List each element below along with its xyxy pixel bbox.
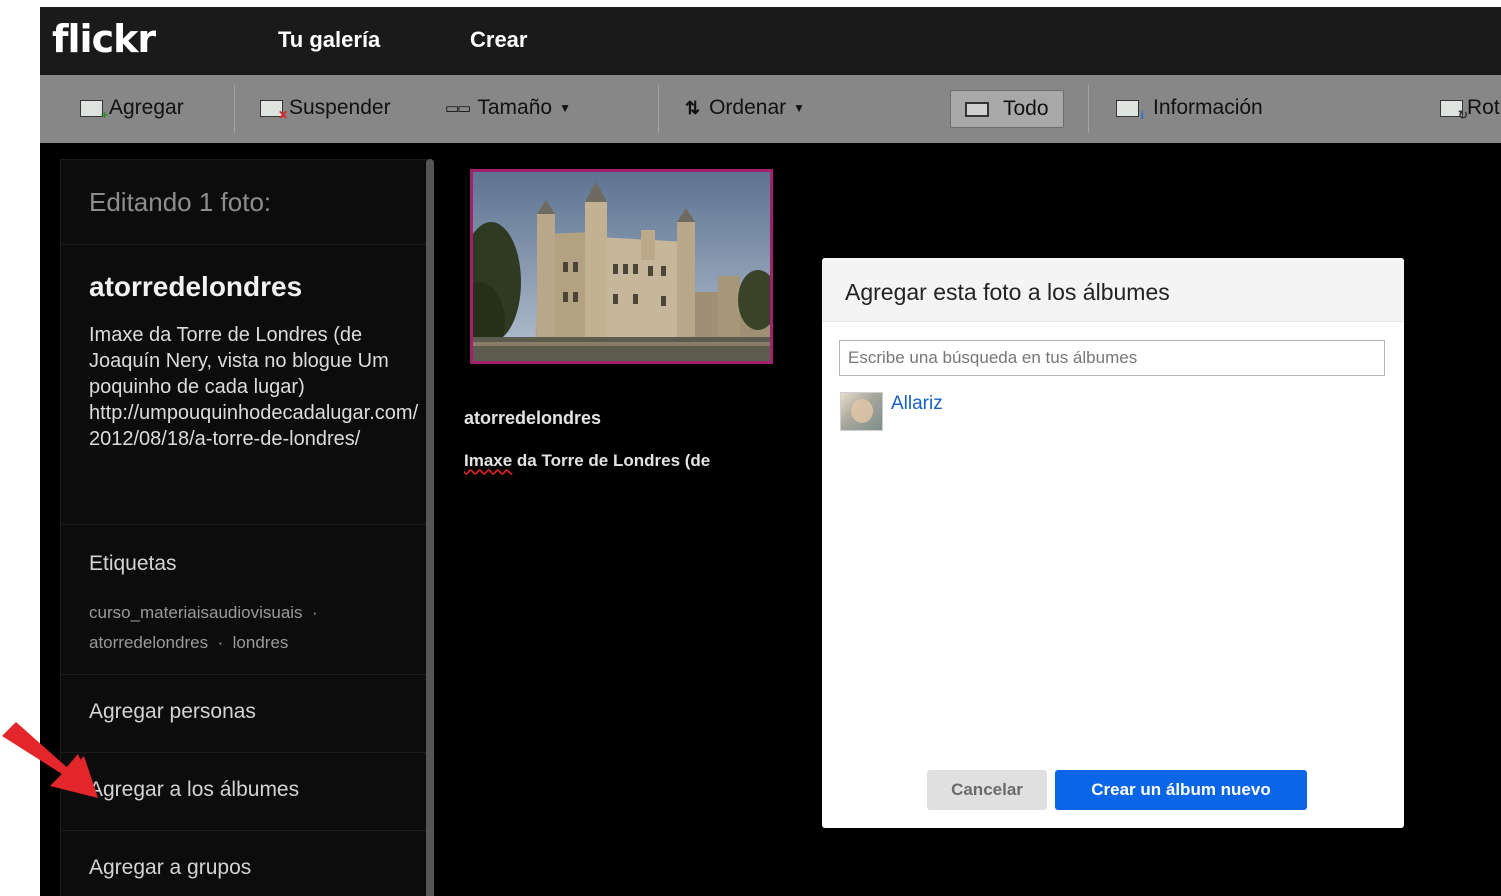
suspend-button[interactable]: ✕ Suspender <box>260 91 391 125</box>
size-label: Tamaño <box>477 96 553 119</box>
album-name[interactable]: Allariz <box>891 393 943 415</box>
add-to-albums-dialog: Agregar esta foto a los álbumes Allariz … <box>822 258 1404 828</box>
size-icon: ▭▭ <box>445 100 471 117</box>
tag-separator: · <box>312 603 318 622</box>
tile-description-rest: da Torre de Londres (de <box>512 451 711 470</box>
nav-crear[interactable]: Crear <box>470 27 527 53</box>
flickr-editor-window: flickr Tu galería Crear + Agregar ✕ Susp… <box>40 7 1501 896</box>
tile-photo-title[interactable]: atorredelondres <box>464 408 601 429</box>
info-button[interactable]: i Información <box>1116 91 1263 125</box>
top-navigation: flickr Tu galería Crear <box>40 7 1501 75</box>
sort-dropdown[interactable]: ⇅ Ordenar ▼ <box>685 91 805 125</box>
image-rotate-icon: ↻ <box>1440 99 1468 121</box>
add-albums-link[interactable]: Agregar a los álbumes <box>89 778 299 802</box>
photo-title[interactable]: atorredelondres <box>89 271 302 303</box>
create-album-button[interactable]: Crear un álbum nuevo <box>1055 770 1307 810</box>
tile-photo-description[interactable]: Imaxe da Torre de Londres (de <box>464 451 710 471</box>
sort-label: Ordenar <box>709 96 787 119</box>
tags-list: curso_materiaisaudiovisuais · atorredelo… <box>89 598 419 658</box>
screen-icon <box>965 101 989 117</box>
rotate-button[interactable]: ↻ Rot <box>1440 91 1500 125</box>
add-groups-link[interactable]: Agregar a grupos <box>89 856 251 880</box>
rotate-label: Rot <box>1467 96 1500 119</box>
chevron-down-icon: ▼ <box>793 101 806 115</box>
tags-label: Etiquetas <box>89 552 177 575</box>
add-label: Agregar <box>109 96 184 119</box>
add-groups-section[interactable]: Agregar a grupos <box>61 831 429 896</box>
album-search-input[interactable] <box>839 340 1385 376</box>
tag[interactable]: atorredelondres <box>89 633 208 652</box>
cancel-button[interactable]: Cancelar <box>927 770 1047 810</box>
tag-separator: · <box>217 633 224 652</box>
red-arrow-icon <box>0 722 98 798</box>
dialog-title: Agregar esta foto a los álbumes <box>845 279 1170 305</box>
photo-details-section[interactable]: atorredelondres Imaxe da Torre de Londre… <box>61 245 429 525</box>
editor-toolbar: + Agregar ✕ Suspender ▭▭ Tamaño ▼ ⇅ Orde… <box>40 75 1501 143</box>
editing-count-label: Editando 1 foto: <box>89 187 272 217</box>
nav-tu-galeria[interactable]: Tu galería <box>278 27 380 53</box>
dialog-header: Agregar esta foto a los álbumes <box>822 258 1404 322</box>
image-add-icon: + <box>80 99 108 121</box>
select-all-button[interactable]: Todo <box>950 90 1064 128</box>
toolbar-divider <box>658 85 659 133</box>
sidebar-scrollbar[interactable] <box>426 159 434 896</box>
tag[interactable]: londres <box>233 633 289 652</box>
album-thumbnail <box>840 392 883 431</box>
tags-section[interactable]: Etiquetas curso_materiaisaudiovisuais · … <box>61 525 429 675</box>
tag[interactable]: curso_materiaisaudiovisuais <box>89 603 303 622</box>
add-button[interactable]: + Agregar <box>80 91 184 125</box>
info-label: Información <box>1153 96 1263 119</box>
suspend-label: Suspender <box>289 96 391 119</box>
sort-arrows-icon: ⇅ <box>685 97 701 118</box>
toolbar-divider <box>234 85 235 133</box>
editing-header: Editando 1 foto: <box>61 160 429 245</box>
all-label: Todo <box>1003 97 1049 120</box>
toolbar-divider <box>1088 85 1089 133</box>
image-remove-icon: ✕ <box>260 99 288 121</box>
album-list-item[interactable]: Allariz <box>840 392 943 431</box>
photo-description[interactable]: Imaxe da Torre de Londres (de Joaquín Ne… <box>89 322 419 452</box>
photo-thumbnail[interactable] <box>470 169 773 364</box>
misspelled-word: Imaxe <box>464 451 513 470</box>
chevron-down-icon: ▼ <box>559 101 571 115</box>
image-info-icon: i <box>1116 99 1144 121</box>
size-dropdown[interactable]: ▭▭ Tamaño ▼ <box>445 91 571 125</box>
flickr-logo[interactable]: flickr <box>52 17 156 61</box>
tower-of-london-photo <box>473 172 770 361</box>
